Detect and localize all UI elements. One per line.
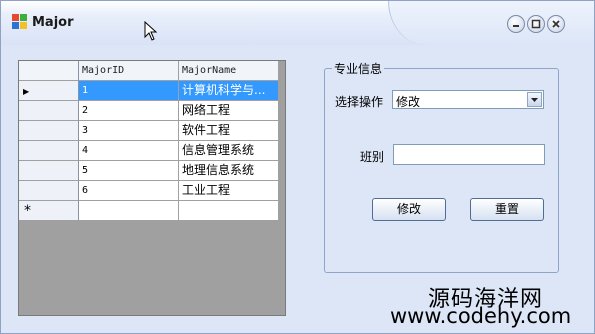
cell-majorname[interactable]: 地理信息系统 — [179, 161, 279, 181]
current-row-arrow-icon: ▶ — [23, 87, 30, 96]
table-row[interactable]: 5 地理信息系统 — [19, 161, 279, 181]
app-icon — [12, 14, 28, 30]
major-window: Major MajorID MajorName ▶ 1 计算机科学与... 2 … — [0, 0, 595, 334]
watermark-url: www.codehy.com — [390, 304, 572, 328]
row-header[interactable] — [19, 121, 79, 141]
row-header[interactable]: * — [19, 201, 79, 221]
groupbox-legend: 专业信息 — [332, 60, 385, 77]
table-row[interactable]: 3 软件工程 — [19, 121, 279, 141]
grid-corner-header[interactable] — [19, 61, 79, 81]
column-header-majorname[interactable]: MajorName — [179, 61, 279, 81]
column-header-majorid[interactable]: MajorID — [79, 61, 179, 81]
operation-select[interactable]: 修改 — [392, 90, 544, 109]
new-cell-majorid[interactable] — [79, 201, 179, 221]
cell-majorname[interactable]: 网络工程 — [179, 101, 279, 121]
cell-majorid[interactable]: 6 — [79, 181, 179, 201]
table-row[interactable]: 2 网络工程 — [19, 101, 279, 121]
cell-majorid[interactable]: 5 — [79, 161, 179, 181]
cell-majorname[interactable]: 软件工程 — [179, 121, 279, 141]
table-row[interactable]: 4 信息管理系统 — [19, 141, 279, 161]
cell-majorid[interactable]: 1 — [79, 81, 179, 101]
title-bar[interactable]: Major — [1, 1, 594, 45]
operation-label: 选择操作 — [335, 95, 384, 109]
new-row-asterisk-icon: * — [24, 203, 31, 219]
row-header[interactable] — [19, 101, 79, 121]
new-cell-majorname[interactable] — [179, 201, 279, 221]
cell-majorname[interactable]: 计算机科学与... — [179, 81, 279, 101]
table-row[interactable]: 6 工业工程 — [19, 181, 279, 201]
grid-header-row: MajorID MajorName — [19, 61, 279, 81]
window-title: Major — [32, 15, 74, 30]
cell-majorname[interactable]: 信息管理系统 — [179, 141, 279, 161]
row-header[interactable] — [19, 161, 79, 181]
operation-select-value: 修改 — [396, 95, 421, 109]
dropdown-button[interactable] — [527, 92, 542, 107]
row-header[interactable] — [19, 181, 79, 201]
modify-button[interactable]: 修改 — [372, 198, 446, 221]
mouse-cursor-icon — [144, 21, 158, 41]
minimize-icon — [513, 25, 519, 27]
cell-majorid[interactable]: 2 — [79, 101, 179, 121]
chevron-down-icon — [531, 98, 538, 102]
close-icon — [552, 20, 560, 28]
major-data-grid[interactable]: MajorID MajorName ▶ 1 计算机科学与... 2 网络工程 3… — [18, 60, 286, 316]
cell-majorname[interactable]: 工业工程 — [179, 181, 279, 201]
class-input[interactable] — [393, 144, 545, 165]
reset-button[interactable]: 重置 — [470, 198, 544, 221]
row-header[interactable]: ▶ — [19, 81, 79, 101]
close-button[interactable] — [547, 15, 565, 33]
minimize-button[interactable] — [507, 15, 525, 33]
cell-majorid[interactable]: 4 — [79, 141, 179, 161]
row-header[interactable] — [19, 141, 79, 161]
maximize-icon — [531, 19, 541, 29]
table-row[interactable]: ▶ 1 计算机科学与... — [19, 81, 279, 101]
class-label: 班别 — [360, 150, 385, 164]
cell-majorid[interactable]: 3 — [79, 121, 179, 141]
maximize-button[interactable] — [527, 15, 545, 33]
new-row[interactable]: * — [19, 201, 279, 221]
